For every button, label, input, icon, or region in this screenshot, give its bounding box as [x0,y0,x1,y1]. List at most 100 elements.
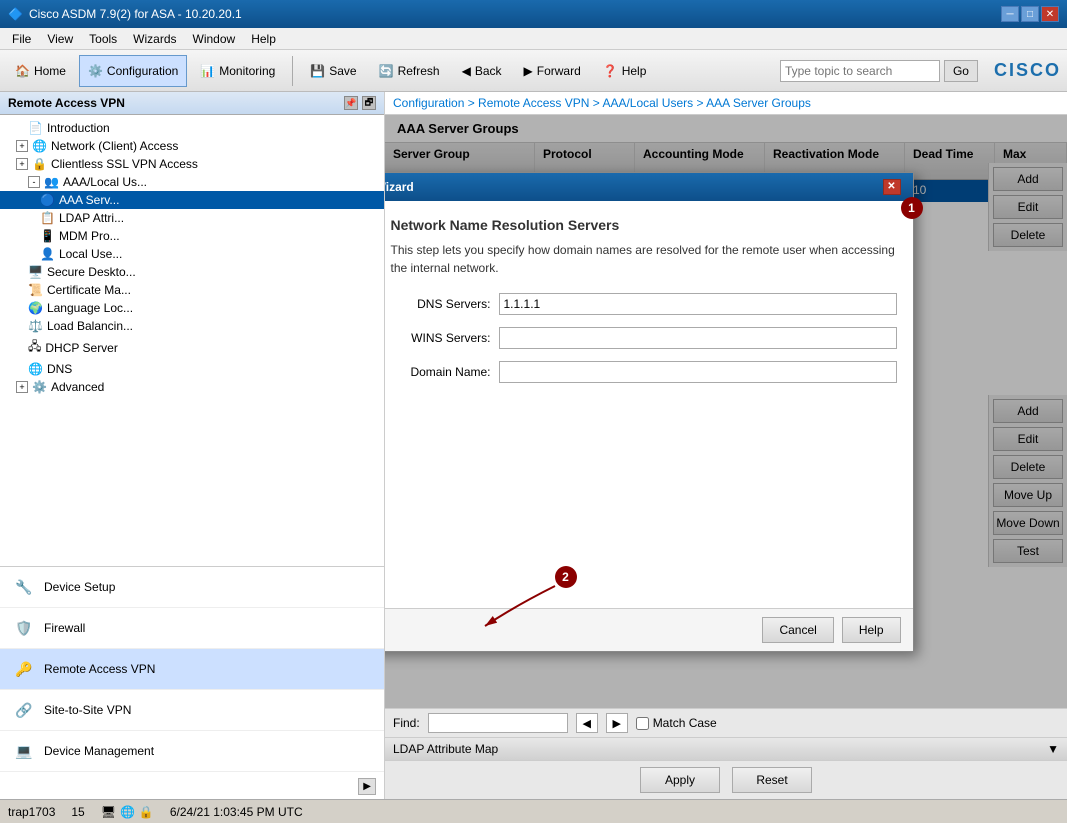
expand-icon[interactable]: + [16,140,28,152]
monitoring-button[interactable]: 📊 Monitoring [191,55,284,87]
aaa-server-icon: 🔵 [40,193,55,207]
menu-view[interactable]: View [39,30,81,48]
tree-item-mdm[interactable]: 📱 MDM Pro... [0,227,384,245]
wins-input[interactable] [499,327,897,349]
home-button[interactable]: 🏠 Home [6,55,75,87]
advanced-icon: ⚙️ [32,380,47,394]
annotation-2-container: 2 [555,566,577,588]
sidebar-header: Remote Access VPN 📌 🗗 [0,92,384,115]
dhcp-icon: 🖧 [28,337,41,358]
menu-window[interactable]: Window [185,30,244,48]
wins-label: WINS Servers: [391,331,491,345]
config-icon: ⚙️ [88,64,103,78]
reset-button[interactable]: Reset [732,767,812,793]
find-input[interactable] [428,713,568,733]
help-toolbar-button[interactable]: ❓ Help [594,55,656,87]
dialog-title-bar: AnyConnect VPN Connection Setup Wizard ✕ [385,173,913,201]
window-controls: ─ □ ✕ [1001,6,1059,22]
save-button[interactable]: 💾 Save [301,55,365,87]
minimize-button[interactable]: ─ [1001,6,1019,22]
tree-item-clientless-ssl[interactable]: + 🔒 Clientless SSL VPN Access [0,155,384,173]
main-layout: Remote Access VPN 📌 🗗 📄 Introduction + 🌐… [0,92,1067,799]
ldap-bar: LDAP Attribute Map ▼ [385,737,1067,760]
sidebar-pin-button[interactable]: 📌 [344,96,358,110]
tree-item-dhcp[interactable]: 🖧 DHCP Server [0,335,384,360]
nav-device-setup[interactable]: 🔧 Device Setup [0,567,384,608]
monitor-icon: 🖥 [101,805,116,819]
tree-item-language[interactable]: 🌍 Language Loc... [0,299,384,317]
tree-item-aaa-local[interactable]: - 👥 AAA/Local Us... [0,173,384,191]
search-input[interactable] [780,60,940,82]
tree-item-network-client[interactable]: + 🌐 Network (Client) Access [0,137,384,155]
monitoring-icon: 📊 [200,64,215,78]
status-trap: trap1703 [8,805,55,819]
dialog-body: Steps 1. Introduction 2. Connection Prof… [385,201,913,608]
dialog-footer: < Back Next > Cancel Help [385,608,913,651]
tree-item-aaa-server[interactable]: 🔵 AAA Serv... [0,191,384,209]
menu-wizards[interactable]: Wizards [125,30,184,48]
nav-site-vpn[interactable]: 🔗 Site-to-Site VPN [0,690,384,731]
tree-item-introduction[interactable]: 📄 Introduction [0,119,384,137]
apply-button[interactable]: Apply [640,767,720,793]
site-vpn-icon: 🔗 [12,698,36,722]
annotation-1: 1 [901,197,923,219]
users-icon: 👤 [40,247,55,261]
dns-input[interactable] [499,293,897,315]
section-title: Network Name Resolution Servers [391,217,897,233]
tree-item-load-balancing[interactable]: ⚖️ Load Balancin... [0,317,384,335]
network-status-icon: 🌐 [120,805,135,819]
match-case-check[interactable] [636,717,649,730]
cancel-button-dialog[interactable]: Cancel [762,617,833,643]
forward-button[interactable]: ▶ Forward [515,55,590,87]
close-button[interactable]: ✕ [1041,6,1059,22]
status-icons: 🖥 🌐 🔒 [101,805,154,819]
nav-device-setup-label: Device Setup [44,580,115,594]
tree-item-local-users[interactable]: 👤 Local Use... [0,245,384,263]
domain-row: Domain Name: [391,361,897,383]
nav-device-mgmt[interactable]: 💻 Device Management [0,731,384,772]
nav-remote-vpn-label: Remote Access VPN [44,662,155,676]
go-button[interactable]: Go [944,60,978,82]
menu-file[interactable]: File [4,30,39,48]
dialog-title: AnyConnect VPN Connection Setup Wizard [385,180,414,194]
menu-help[interactable]: Help [243,30,284,48]
back-button[interactable]: ◀ Back [453,55,511,87]
menu-tools[interactable]: Tools [81,30,125,48]
help-button-dialog[interactable]: Help [842,617,901,643]
find-prev-button[interactable]: ◀ [576,713,598,733]
domain-input[interactable] [499,361,897,383]
status-bar: trap1703 15 🖥 🌐 🔒 6/24/21 1:03:45 PM UTC [0,799,1067,823]
domain-label: Domain Name: [391,365,491,379]
find-bar: Find: ◀ ▶ Match Case [385,708,1067,737]
dns-icon: 🌐 [28,362,43,376]
nav-firewall[interactable]: 🛡️ Firewall [0,608,384,649]
menu-bar: File View Tools Wizards Window Help [0,28,1067,50]
content-main: AAA Server Groups Server Group Protocol … [385,115,1067,708]
content-area: Configuration > Remote Access VPN > AAA/… [385,92,1067,799]
title-bar: 🔷 Cisco ASDM 7.9(2) for ASA - 10.20.20.1… [0,0,1067,28]
refresh-button[interactable]: 🔄 Refresh [370,55,449,87]
sidebar-restore-button[interactable]: 🗗 [362,96,376,110]
configuration-button[interactable]: ⚙️ Configuration [79,55,187,87]
nav-site-vpn-label: Site-to-Site VPN [44,703,131,717]
tree-item-cert-mgmt[interactable]: 📜 Certificate Ma... [0,281,384,299]
expand-advanced[interactable]: + [16,381,28,393]
tree-item-advanced[interactable]: + ⚙️ Advanced [0,378,384,396]
expand-sidebar-button[interactable]: ▶ [358,778,376,795]
dialog-close-button[interactable]: ✕ [883,179,901,195]
app-icon: 🔷 [8,7,23,21]
home-icon: 🏠 [15,64,30,78]
mdm-icon: 📱 [40,229,55,243]
ldap-expand-icon[interactable]: ▼ [1047,742,1059,756]
tree-item-dns[interactable]: 🌐 DNS [0,360,384,378]
breadcrumb-text: Configuration > Remote Access VPN > AAA/… [393,96,811,110]
maximize-button[interactable]: □ [1021,6,1039,22]
expand-icon-ssl[interactable]: + [16,158,28,170]
tree-item-ldap[interactable]: 📋 LDAP Attri... [0,209,384,227]
nav-remote-vpn[interactable]: 🔑 Remote Access VPN [0,649,384,690]
expand-aaa[interactable]: - [28,176,40,188]
datetime-label: 6/24/21 1:03:45 PM UTC [170,805,303,819]
tree-item-secure-desktop[interactable]: 🖥️ Secure Deskto... [0,263,384,281]
find-next-button[interactable]: ▶ [606,713,628,733]
help-icon: ❓ [603,64,618,78]
